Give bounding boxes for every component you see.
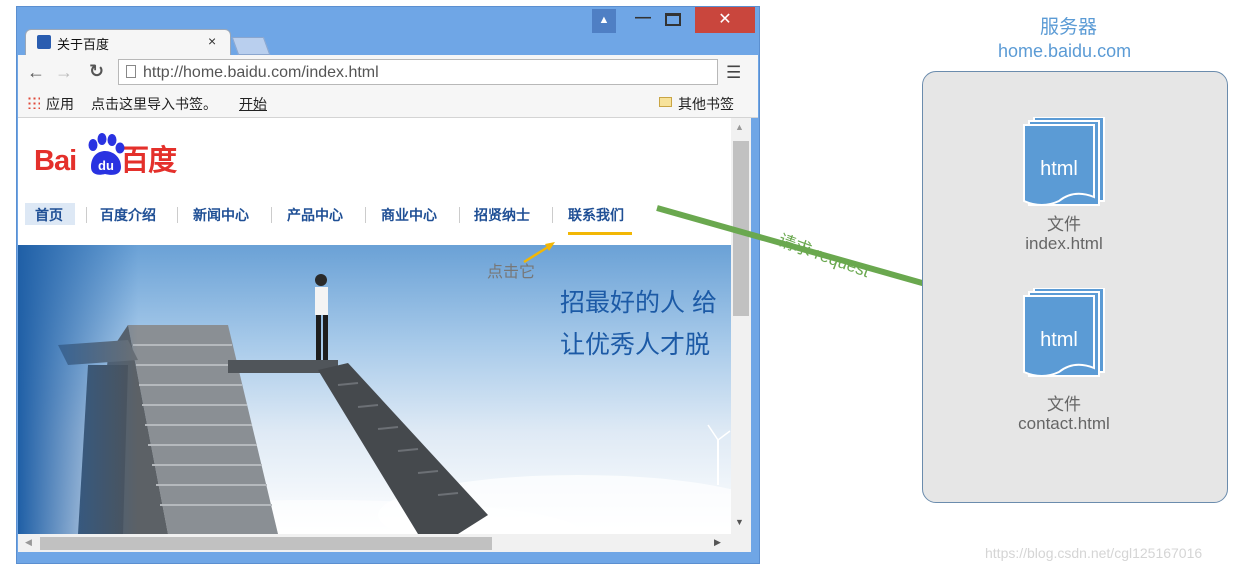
file-icon-text: html (1040, 158, 1078, 180)
file-name-contact: contact.html (1018, 414, 1110, 433)
html-document-icon: html (1023, 288, 1105, 377)
file-name-index: index.html (1025, 234, 1103, 253)
server-title: 服务器 (1040, 17, 1098, 38)
server-host: home.baidu.com (998, 41, 1132, 61)
file-icon-text: html (1040, 329, 1078, 351)
file-type-label: 文件 (1047, 395, 1081, 414)
watermark: https://blog.csdn.net/cgl125167016 (985, 545, 1203, 561)
hint-arrow-head (545, 242, 555, 251)
html-document-icon: html (1023, 117, 1105, 206)
file-type-label: 文件 (1047, 215, 1081, 234)
hint-arrow (523, 245, 549, 264)
